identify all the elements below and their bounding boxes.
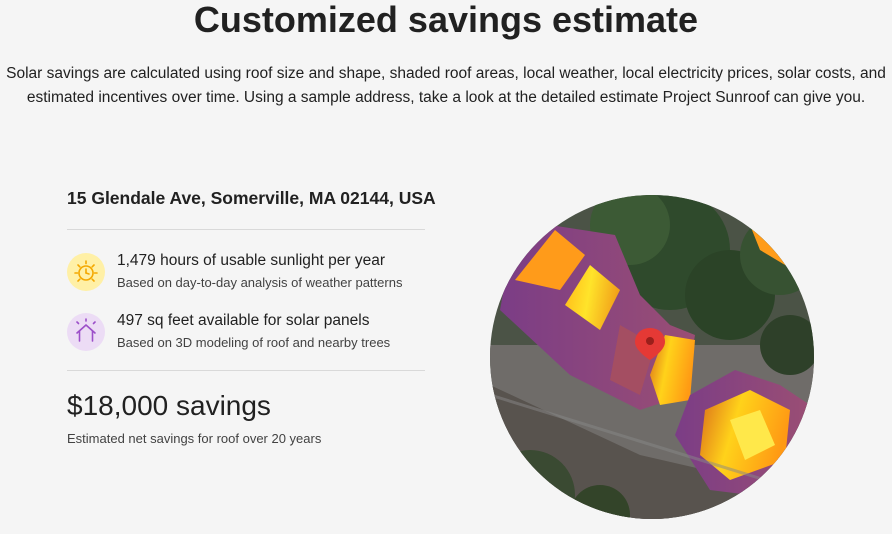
divider-top	[67, 229, 425, 230]
intro-paragraph: Solar savings are calculated using roof …	[6, 65, 886, 106]
sunlight-hours: 1,479 hours of usable sunlight per year	[117, 252, 385, 269]
divider-bottom	[67, 370, 425, 371]
roof-area: 497 sq feet available for solar panels	[117, 312, 370, 329]
sunlight-hours-note: Based on day-to-day analysis of weather …	[117, 275, 403, 290]
page-title: Customized savings estimate	[193, 0, 699, 40]
roof-sunlight-map[interactable]	[490, 195, 814, 519]
roof-area-note: Based on 3D modeling of roof and nearby …	[117, 335, 391, 350]
sample-address: 15 Glendale Ave, Somerville, MA 02144, U…	[67, 188, 436, 208]
savings-amount: $18,000 savings	[67, 390, 271, 421]
sun-clock-icon	[67, 253, 105, 291]
house-icon	[67, 313, 105, 351]
roof-area-feature: 497 sq feet available for solar panels B…	[67, 311, 447, 357]
sunlight-feature: 1,479 hours of usable sunlight per year …	[67, 251, 447, 297]
savings-note: Estimated net savings for roof over 20 y…	[67, 431, 322, 446]
